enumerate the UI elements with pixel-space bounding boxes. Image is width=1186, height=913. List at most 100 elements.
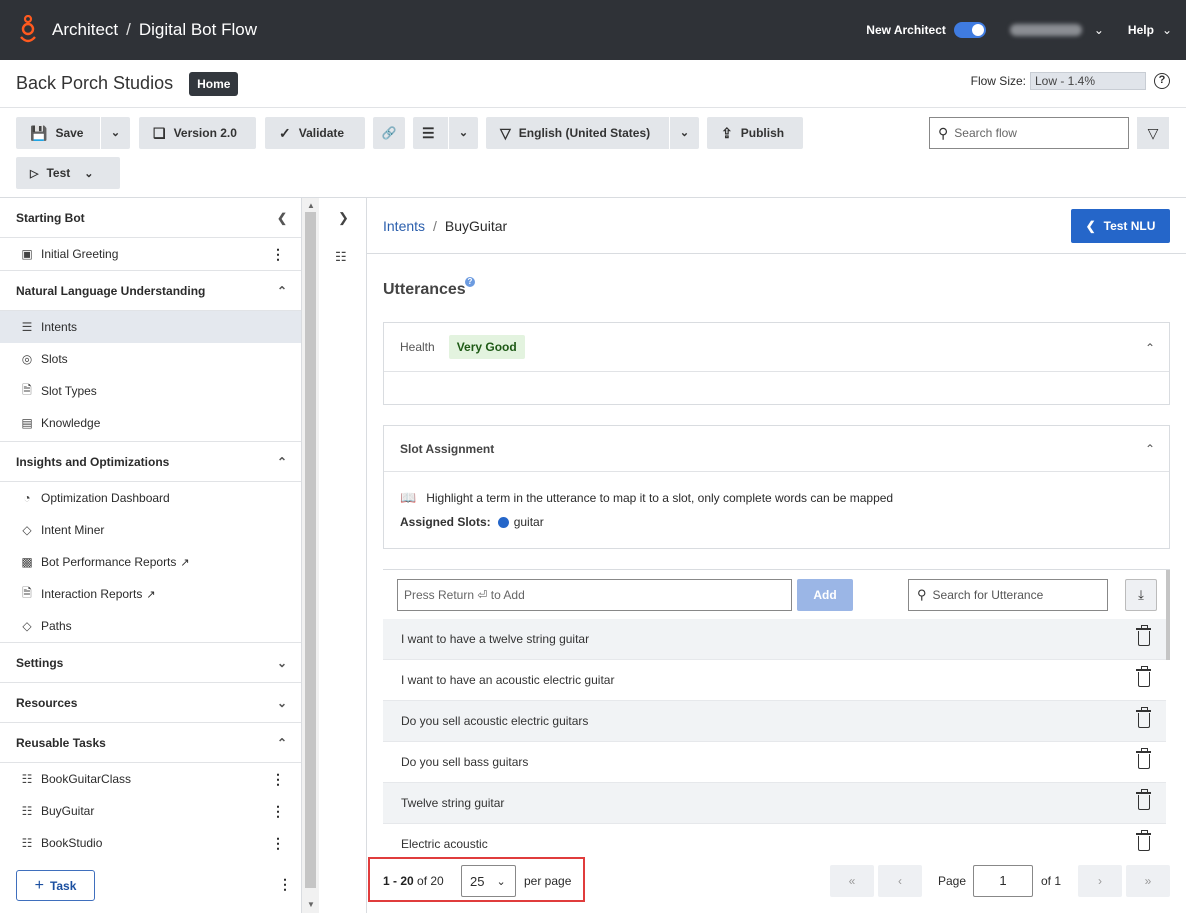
diamond-icon: ◇ [22, 523, 32, 537]
section-settings[interactable]: Settings ⌄ [0, 643, 301, 683]
chevron-down-icon[interactable]: ⌄ [448, 117, 478, 149]
health-panel: Health Very Good ⌃ [383, 322, 1170, 405]
scroll-up-icon[interactable]: ▲ [307, 201, 315, 210]
chevron-down-icon[interactable]: ⌄ [277, 656, 287, 670]
version-button[interactable]: ❏ Version 2.0 [139, 117, 256, 149]
home-badge[interactable]: Home [189, 71, 239, 96]
first-page-button[interactable]: « [830, 865, 874, 897]
kebab-icon[interactable]: ⋮ [278, 876, 292, 893]
validate-button[interactable]: ✓ Validate [265, 117, 365, 149]
filter-button[interactable]: ▽ [1137, 117, 1169, 149]
section-resources[interactable]: Resources ⌄ [0, 683, 301, 723]
sidebar-item-intent-miner[interactable]: ◇ Intent Miner [0, 514, 301, 546]
section-starting-bot[interactable]: Starting Bot ❮ [0, 198, 301, 238]
kebab-icon[interactable]: ⋮ [271, 771, 285, 788]
kebab-icon[interactable]: ⋮ [271, 803, 285, 820]
scroll-thumb[interactable] [305, 212, 316, 888]
table-row[interactable]: I want to have a twelve string guitar [383, 619, 1166, 660]
link-button[interactable]: 🔗 [373, 117, 405, 149]
section-nlu[interactable]: Natural Language Understanding ⌃ [0, 271, 301, 311]
breadcrumb-intents-link[interactable]: Intents [383, 218, 425, 234]
app-name[interactable]: Architect [52, 20, 118, 40]
trash-icon[interactable] [1136, 830, 1151, 851]
kebab-icon[interactable]: ⋮ [271, 246, 285, 263]
trash-icon[interactable] [1136, 789, 1151, 810]
list-button[interactable]: ☰ ⌄ [413, 117, 478, 149]
filter-icon: ▽ [500, 124, 511, 141]
chevron-left-icon[interactable]: ❮ [277, 211, 287, 225]
page-input[interactable]: 1 [973, 865, 1033, 897]
flow-size: Flow Size: Low - 1.4% ? [971, 72, 1170, 90]
sidebar-item-slot-types[interactable]: 🗎 Slot Types [0, 375, 301, 407]
language-button[interactable]: ▽ English (United States) ⌄ [486, 117, 699, 149]
prev-page-button[interactable]: ‹ [878, 865, 922, 897]
sidebar-item-task[interactable]: ☷ BuyGuitar ⋮ [0, 795, 301, 827]
user-menu[interactable] [1009, 24, 1082, 36]
chevron-down-icon[interactable]: ⌄ [1094, 23, 1104, 37]
kebab-icon[interactable]: ⋮ [271, 835, 285, 852]
chevron-up-icon[interactable]: ⌃ [277, 284, 287, 298]
scroll-down-icon[interactable]: ▼ [307, 900, 315, 909]
sidebar-item-initial-greeting[interactable]: ▣ Initial Greeting ⋮ [0, 238, 301, 270]
new-architect-toggle[interactable] [953, 22, 986, 38]
chevron-down-icon[interactable]: ⌄ [84, 167, 93, 180]
utterance-input[interactable]: Press Return ⏎ to Add [397, 579, 792, 611]
filter-icon: ▽ [1147, 125, 1159, 141]
trash-icon[interactable] [1136, 625, 1151, 646]
assigned-slot[interactable]: guitar [514, 515, 544, 529]
table-row[interactable]: Do you sell acoustic electric guitars [383, 701, 1166, 742]
section-reusable-tasks[interactable]: Reusable Tasks ⌃ [0, 723, 301, 763]
help-menu[interactable]: Help [1128, 23, 1154, 37]
table-row[interactable]: I want to have an acoustic electric guit… [383, 660, 1166, 701]
chevron-up-icon[interactable]: ⌃ [1145, 442, 1155, 456]
save-button[interactable]: 💾 Save ⌄ [16, 117, 130, 149]
sidebar-item-intents[interactable]: ☰ Intents [0, 311, 301, 343]
search-flow-input[interactable]: ⚲ Search flow [929, 117, 1129, 149]
help-icon[interactable]: ? [1154, 73, 1170, 89]
flow-tree-icon: ☷ [21, 804, 33, 818]
flow-tree-icon[interactable]: ☷ [335, 249, 347, 265]
next-page-button[interactable]: › [1078, 865, 1122, 897]
trash-icon[interactable] [1136, 707, 1151, 728]
sidebar-item-task[interactable]: ☷ BookGuitarClass ⋮ [0, 763, 301, 795]
sidebar-item-bot-performance-reports[interactable]: ▩ Bot Performance Reports ↗ [0, 546, 301, 578]
plus-icon: + [34, 876, 44, 894]
section-insights[interactable]: Insights and Optimizations ⌃ [0, 442, 301, 482]
chevron-up-icon[interactable]: ⌃ [1145, 341, 1155, 355]
chevron-down-icon[interactable]: ⌄ [669, 117, 699, 149]
new-architect-label: New Architect [866, 23, 946, 37]
chevron-right-icon[interactable]: ❯ [338, 210, 349, 226]
sidebar-item-paths[interactable]: ◇ Paths [0, 610, 301, 642]
trash-icon[interactable] [1136, 748, 1151, 769]
table-row[interactable]: Electric acoustic [383, 824, 1166, 853]
publish-button[interactable]: ⇪ Publish [707, 117, 803, 149]
table-row[interactable]: Do you sell bass guitars [383, 742, 1166, 783]
last-page-button[interactable]: » [1126, 865, 1170, 897]
sidebar-scrollbar[interactable]: ▲ ▼ [302, 198, 319, 913]
sidebar-item-slots[interactable]: ◎ Slots [0, 343, 301, 375]
sidebar-item-interaction-reports[interactable]: 🗎 Interaction Reports ↗ [0, 578, 301, 610]
chevron-up-icon[interactable]: ⌃ [277, 455, 287, 469]
app-breadcrumb: Architect / Digital Bot Flow [52, 20, 257, 40]
knowledge-icon: ▤ [21, 416, 33, 430]
chevron-down-icon[interactable]: ⌄ [100, 117, 130, 149]
download-button[interactable]: ⤓ [1125, 579, 1157, 611]
result-count: 1 - 20 of 20 [383, 874, 444, 888]
utterance-search-input[interactable]: ⚲ Search for Utterance [908, 579, 1108, 611]
test-button[interactable]: ▷ Test ⌄ [16, 157, 120, 189]
chevron-down-icon[interactable]: ⌄ [277, 696, 287, 710]
table-row[interactable]: Twelve string guitar [383, 783, 1166, 824]
add-task-button[interactable]: + Task [16, 870, 95, 901]
chevron-up-icon[interactable]: ⌃ [277, 736, 287, 750]
sidebar-item-optimization-dashboard[interactable]: ◔ Optimization Dashboard [0, 482, 301, 514]
sidebar-item-task[interactable]: ☷ BookStudio ⋮ [0, 827, 301, 859]
list-scrollbar[interactable] [1166, 570, 1170, 660]
sidebar-item-knowledge[interactable]: ▤ Knowledge [0, 407, 301, 439]
trash-icon[interactable] [1136, 666, 1151, 687]
help-icon[interactable]: ? [465, 277, 475, 287]
add-utterance-button[interactable]: Add [797, 579, 853, 611]
chevron-down-icon[interactable]: ⌄ [1162, 23, 1172, 37]
test-nlu-button[interactable]: ❮ Test NLU [1071, 209, 1170, 243]
pagination: 1 - 20 of 20 25 ⌄ per page « ‹ Page 1 of… [367, 853, 1186, 913]
per-page-select[interactable]: 25 ⌄ [461, 865, 516, 897]
